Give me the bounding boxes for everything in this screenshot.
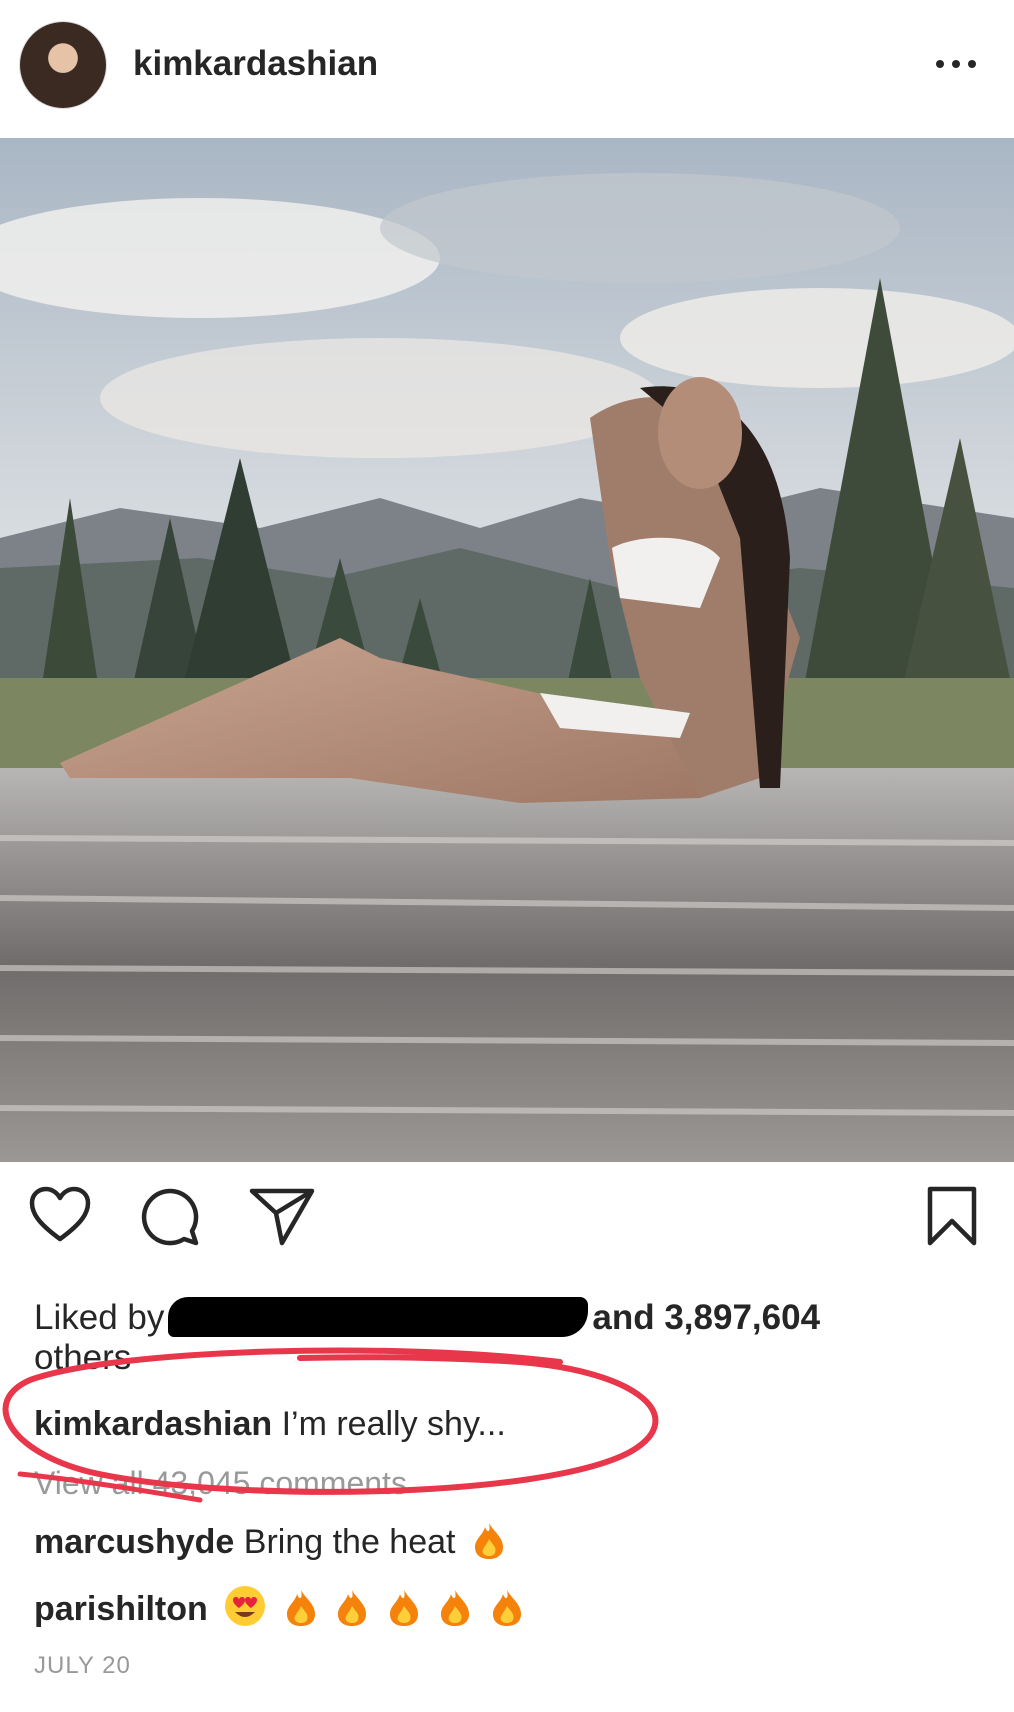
- fire-icon: [386, 1588, 422, 1639]
- comment-username[interactable]: parishilton: [34, 1590, 208, 1628]
- save-button[interactable]: [926, 1185, 978, 1247]
- avatar[interactable]: [20, 22, 106, 108]
- post-date: JULY 20: [34, 1652, 131, 1679]
- likes-count[interactable]: and 3,897,604: [592, 1298, 820, 1337]
- post-header: kimkardashian: [0, 0, 1014, 138]
- likes-others[interactable]: others: [34, 1336, 131, 1380]
- photo-image: [0, 138, 1014, 1162]
- more-options-button[interactable]: [936, 52, 976, 76]
- fire-icon: [283, 1588, 319, 1639]
- likes-prefix: Liked by: [34, 1298, 165, 1337]
- post-photo[interactable]: [0, 138, 1014, 1162]
- view-all-comments-link[interactable]: View all 43,045 comments: [34, 1465, 407, 1502]
- fire-icon: [334, 1588, 370, 1639]
- bookmark-icon: [927, 1186, 977, 1246]
- fire-icon: [471, 1521, 507, 1572]
- like-button[interactable]: [28, 1185, 92, 1245]
- caption-text: I’m really shy...: [281, 1405, 506, 1443]
- comment-text: Bring the heat: [243, 1523, 456, 1561]
- likes-line: Liked by and 3,897,604 others: [34, 1296, 984, 1377]
- heart-icon: [29, 1186, 91, 1242]
- fire-icon: [437, 1588, 473, 1639]
- fire-icon: [489, 1588, 525, 1639]
- comment-row: parishilton: [34, 1584, 525, 1639]
- caption-username[interactable]: kimkardashian: [34, 1405, 272, 1443]
- more-dots-icon: [936, 60, 944, 68]
- paper-plane-icon: [249, 1188, 315, 1246]
- post-username[interactable]: kimkardashian: [133, 44, 378, 84]
- comment-button[interactable]: [138, 1185, 202, 1249]
- share-button[interactable]: [248, 1185, 316, 1247]
- redacted-usernames: [168, 1297, 589, 1337]
- heart-eyes-icon: [223, 1584, 267, 1639]
- post-caption: kimkardashian I’m really shy...: [34, 1402, 506, 1446]
- comment-row: marcushyde Bring the heat: [34, 1520, 507, 1572]
- action-bar: [0, 1185, 1014, 1255]
- comment-username[interactable]: marcushyde: [34, 1523, 234, 1561]
- comment-bubble-icon: [141, 1188, 199, 1246]
